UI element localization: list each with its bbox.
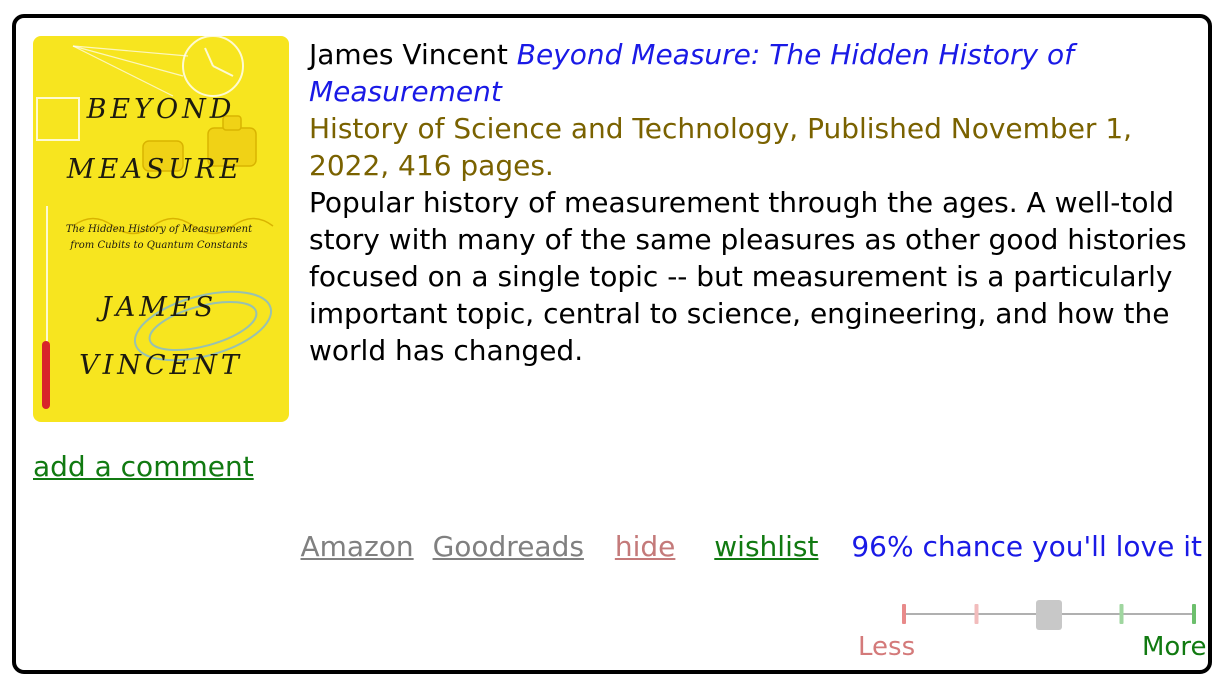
love-chance-text: 96% chance you'll love it bbox=[851, 530, 1202, 563]
rating-slider-thumb[interactable] bbox=[1036, 600, 1062, 630]
rating-slider[interactable] bbox=[896, 596, 1196, 632]
rating-step-tick-2[interactable] bbox=[974, 604, 979, 624]
rating-less-label: Less bbox=[858, 632, 916, 662]
rating-step-tick-4[interactable] bbox=[1119, 604, 1124, 624]
rating-step-tick-1[interactable] bbox=[902, 604, 906, 624]
book-heading: James Vincent Beyond Measure: The Hidden… bbox=[309, 36, 1204, 110]
wishlist-link[interactable]: wishlist bbox=[714, 530, 818, 563]
book-cover[interactable]: BEYOND MEASURE The Hidden History of Mea… bbox=[33, 36, 289, 422]
book-card: BEYOND MEASURE The Hidden History of Mea… bbox=[12, 14, 1212, 674]
book-meta: History of Science and Technology, Publi… bbox=[309, 112, 1133, 182]
cover-title-line2: MEASURE bbox=[66, 154, 243, 185]
rating-more-label: More bbox=[1142, 632, 1207, 662]
book-description: Popular history of measurement through t… bbox=[309, 186, 1187, 367]
book-author: James Vincent bbox=[309, 38, 508, 71]
rating-step-tick-5[interactable] bbox=[1192, 604, 1196, 624]
book-info: James Vincent Beyond Measure: The Hidden… bbox=[309, 36, 1204, 369]
action-bar: Amazon Goodreads hide wishlist 96% chanc… bbox=[290, 530, 1202, 563]
cover-title-line1: BEYOND bbox=[86, 94, 236, 125]
hide-link[interactable]: hide bbox=[615, 530, 676, 563]
cover-author-line2: VINCENT bbox=[79, 350, 243, 381]
cover-subtitle-line1: The Hidden History of Measurement bbox=[66, 224, 253, 235]
goodreads-link[interactable]: Goodreads bbox=[433, 530, 584, 563]
book-cover-art: BEYOND MEASURE The Hidden History of Mea… bbox=[33, 36, 289, 422]
amazon-link[interactable]: Amazon bbox=[300, 530, 413, 563]
add-comment-link[interactable]: add a comment bbox=[33, 450, 254, 483]
cover-author-line1: JAMES bbox=[96, 292, 217, 323]
cover-subtitle-line2: from Cubits to Quantum Constants bbox=[69, 240, 247, 251]
